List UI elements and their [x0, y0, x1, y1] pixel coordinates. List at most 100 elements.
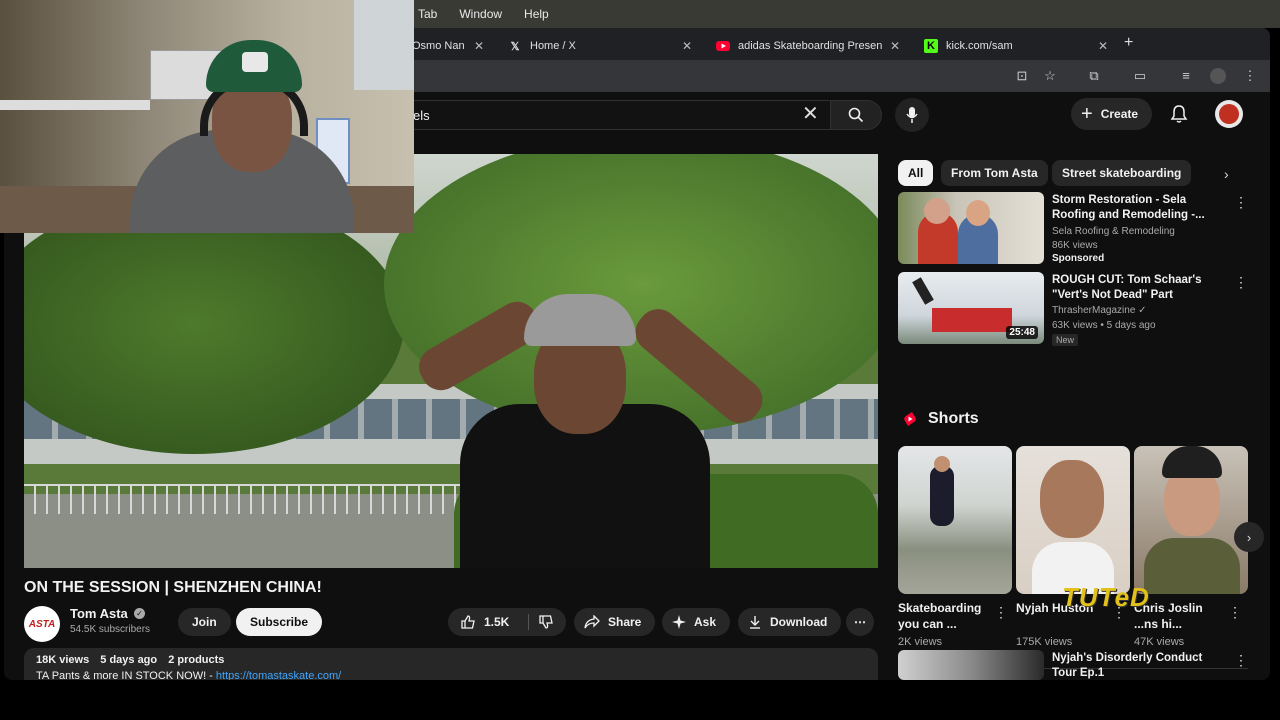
description-link[interactable]: https://tomastaskate.com/: [216, 670, 341, 680]
kebab-menu-icon[interactable]: ⋮: [1234, 652, 1248, 669]
upload-age: 5 days ago: [100, 654, 158, 666]
search-button[interactable]: [830, 100, 882, 130]
like-button[interactable]: 1.5K: [448, 608, 566, 636]
create-button[interactable]: + Create: [1071, 98, 1153, 130]
recommendation-title[interactable]: ROUGH CUT: Tom Schaar's "Vert's Not Dead…: [1052, 273, 1220, 303]
short-views: 175K views: [1016, 636, 1073, 648]
menu-tab[interactable]: Tab: [418, 7, 437, 21]
video-thumbnail[interactable]: 25:48: [898, 272, 1044, 344]
menu-window[interactable]: Window: [459, 7, 502, 21]
video-duration: 25:48: [1006, 326, 1038, 339]
short-thumbnail[interactable]: [898, 446, 1012, 594]
share-icon: [584, 615, 600, 629]
description-line: TA Pants & more IN STOCK NOW! - https://…: [36, 670, 866, 680]
channel-name[interactable]: Tom Asta: [70, 606, 128, 621]
x-logo-icon: 𝕏: [510, 40, 520, 53]
tab-kick[interactable]: K kick.com/sam ✕: [914, 32, 1114, 60]
search-icon: [848, 107, 864, 123]
voice-search-button[interactable]: [895, 98, 929, 132]
recommendation-item[interactable]: 25:48 ROUGH CUT: Tom Schaar's "Vert's No…: [898, 272, 1248, 346]
subscriber-count: 54.5K subscribers: [70, 624, 151, 635]
search-input[interactable]: els: [360, 100, 830, 130]
menu-help[interactable]: Help: [524, 7, 549, 21]
youtube-icon: [716, 39, 730, 53]
short-views: 2K views: [898, 636, 943, 648]
create-label: Create: [1100, 107, 1139, 121]
kebab-menu-icon[interactable]: ⋮: [1234, 194, 1248, 211]
verified-check-icon: ✓: [134, 608, 145, 619]
bookmark-star-icon[interactable]: ☆: [1042, 68, 1058, 84]
chip-street-skateboarding[interactable]: Street skateboarding: [1052, 160, 1192, 186]
recommendation-meta: 63K views • 5 days ago: [1052, 320, 1156, 331]
tab-label: adidas Skateboarding Presen: [738, 40, 883, 52]
notifications-bell-icon[interactable]: [1169, 104, 1189, 124]
close-icon[interactable]: ✕: [682, 39, 692, 53]
kebab-menu-icon[interactable]: ⋮: [1234, 274, 1248, 291]
tab-x-home[interactable]: 𝕏 Home / X ✕: [498, 32, 698, 60]
share-label: Share: [608, 615, 642, 629]
watermark-logo: TUTeD: [1062, 582, 1150, 612]
short-thumbnail[interactable]: [1016, 446, 1130, 594]
tab-label: Osmo Nan: [412, 40, 465, 52]
thumbs-down-icon[interactable]: [538, 614, 554, 630]
description-box[interactable]: 18K views 5 days ago 2 products TA Pants…: [24, 648, 878, 680]
close-icon[interactable]: ✕: [474, 39, 484, 53]
download-button[interactable]: Download: [738, 608, 842, 636]
screen-bottom: [0, 680, 1280, 720]
short-views: 47K views: [1134, 636, 1185, 648]
shorts-title: Shorts: [928, 410, 979, 427]
tab-youtube[interactable]: adidas Skateboarding Presen ✕: [706, 32, 906, 60]
view-count: 18K views: [36, 654, 90, 666]
tab-osmo[interactable]: Osmo Nan ✕: [402, 32, 490, 60]
ask-button[interactable]: Ask: [662, 608, 731, 636]
video-thumbnail[interactable]: [898, 650, 1044, 680]
recommendation-meta: 86K views: [1052, 240, 1098, 251]
ask-label: Ask: [694, 615, 717, 629]
plus-icon: +: [1081, 102, 1093, 125]
chip-all[interactable]: All: [898, 160, 934, 186]
tab-label: Home / X: [530, 40, 576, 52]
shorts-icon: [904, 412, 916, 426]
install-icon[interactable]: ⊡: [1014, 68, 1030, 84]
new-tab-icon[interactable]: +: [1124, 34, 1133, 52]
profile-icon[interactable]: [1210, 68, 1226, 84]
recommendation-title[interactable]: Nyjah's Disorderly Conduct Tour Ep.1: [1052, 651, 1220, 680]
channel-avatar[interactable]: ASTA: [24, 606, 60, 642]
tab-label: kick.com/sam: [946, 40, 1013, 52]
new-badge: New: [1052, 334, 1079, 346]
chevron-right-icon[interactable]: ›: [1224, 166, 1229, 182]
join-button[interactable]: Join: [178, 608, 231, 636]
subscribe-button[interactable]: Subscribe: [236, 608, 323, 636]
video-thumbnail[interactable]: [898, 192, 1044, 264]
cast-icon[interactable]: ▭: [1132, 68, 1148, 84]
media-control-icon[interactable]: ≡: [1178, 68, 1194, 84]
kebab-menu-icon[interactable]: ⋮: [1228, 604, 1242, 621]
more-actions-icon[interactable]: ⋯: [846, 608, 874, 636]
recommendation-title[interactable]: Storm Restoration - Sela Roofing and Rem…: [1052, 193, 1220, 223]
shorts-heading: Shorts: [902, 410, 979, 428]
video-meta: 18K views 5 days ago 2 products: [36, 654, 866, 666]
download-label: Download: [770, 615, 828, 629]
browser-menu-icon[interactable]: ⋮: [1242, 68, 1258, 84]
recommendation-channel[interactable]: ThrasherMagazine ✓: [1052, 305, 1147, 316]
short-title[interactable]: Skateboarding you can ...: [898, 600, 990, 632]
extensions-icon[interactable]: ⧉: [1086, 68, 1102, 84]
clear-search-icon[interactable]: ✕: [802, 104, 819, 124]
kebab-menu-icon[interactable]: ⋮: [994, 604, 1008, 621]
close-icon[interactable]: ✕: [890, 39, 900, 53]
short-thumbnail[interactable]: [1134, 446, 1248, 594]
thumbs-up-icon: [461, 615, 475, 629]
recommendation-item[interactable]: Nyjah's Disorderly Conduct Tour Ep.1 ⋮: [898, 650, 1248, 680]
account-avatar[interactable]: [1215, 100, 1243, 128]
chip-from-channel[interactable]: From Tom Asta: [941, 160, 1048, 186]
like-count: 1.5K: [484, 615, 510, 629]
share-button[interactable]: Share: [574, 608, 656, 636]
chevron-right-icon[interactable]: ›: [1234, 522, 1264, 552]
verified-check-icon: ✓: [1138, 305, 1147, 316]
close-icon[interactable]: ✕: [1098, 39, 1108, 53]
webcam-overlay: [0, 0, 414, 233]
recommendation-item[interactable]: Storm Restoration - Sela Roofing and Rem…: [898, 192, 1248, 266]
recommendation-channel[interactable]: Sela Roofing & Remodeling: [1052, 226, 1175, 237]
product-count: 2 products: [168, 654, 225, 666]
kick-icon: K: [924, 39, 938, 53]
